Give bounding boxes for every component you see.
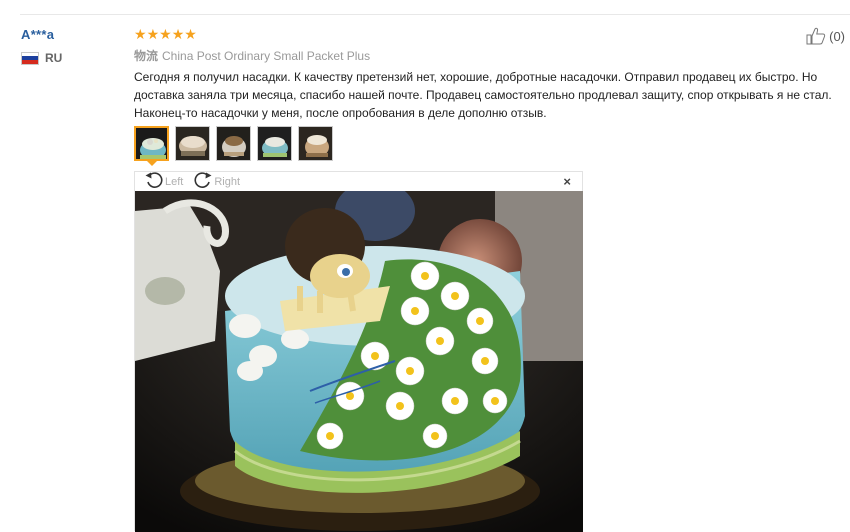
review-photo-large [135,191,583,532]
logistics-carrier: China Post Ordinary Small Packet Plus [162,49,371,63]
star-icon: ★ [134,26,147,42]
star-icon: ★ [171,26,185,42]
review-photo-thumb-1[interactable] [134,126,169,161]
review-photo-thumb-4[interactable] [257,126,292,161]
star-icon: ★ [184,26,197,42]
rotate-right-button[interactable]: Right [193,171,240,192]
photo-viewer-toolbar: Left Right × [135,172,582,191]
star-icon: ★ [159,26,172,42]
star-icon: ★ [146,26,160,42]
rotate-left-icon [144,171,164,192]
photo-viewer: Left Right × [134,171,583,532]
rotate-left-label: Left [165,175,184,188]
reviewer-name[interactable]: A***a [21,27,54,42]
review-photo-thumbnails [134,126,333,161]
reviewer-country: RU [21,51,62,65]
review-text: Сегодня я получил насадки. К качеству пр… [134,70,832,120]
rotate-right-label: Right [214,175,241,188]
review-photo-thumb-2[interactable] [175,126,210,161]
logistics-info: 物流 China Post Ordinary Small Packet Plus [134,47,370,64]
country-code: RU [45,51,63,65]
star-rating: ★ ★ ★ ★ ★ [134,27,197,41]
close-viewer-button[interactable]: × [563,174,571,189]
review-photo-thumb-5[interactable] [298,126,333,161]
rotate-right-icon [193,171,213,192]
review-photo-thumb-3[interactable] [216,126,251,161]
helpful-vote[interactable]: (0) [806,27,845,45]
rotate-left-button[interactable]: Left [144,171,183,192]
top-divider [20,14,850,15]
logistics-label: 物流 [134,49,159,63]
thumbs-up-icon[interactable] [806,27,826,45]
active-thumb-indicator [147,161,157,166]
russia-flag-icon [21,51,39,65]
helpful-count: (0) [829,28,845,44]
